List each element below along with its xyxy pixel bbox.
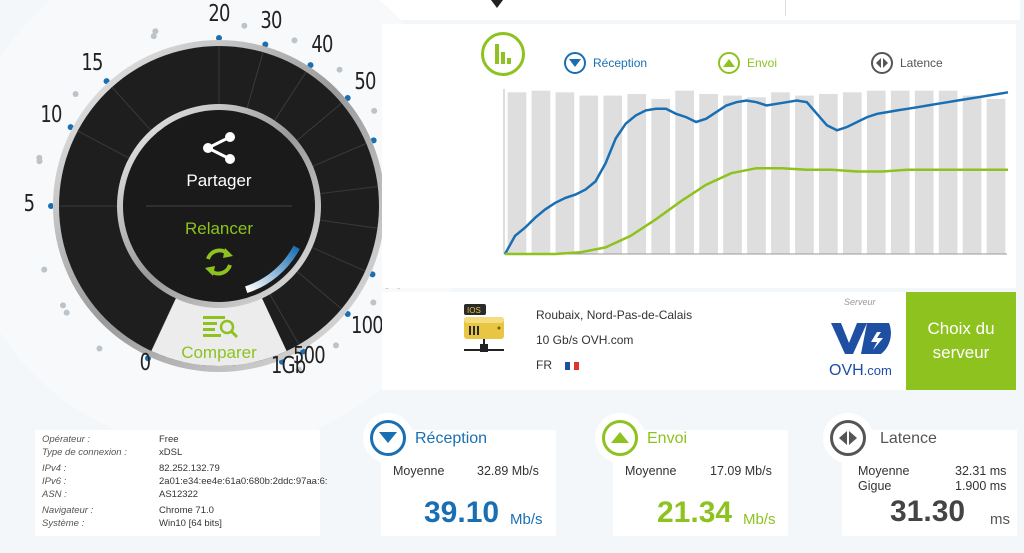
latency-bar — [531, 90, 551, 255]
gauge-dot — [332, 342, 339, 349]
latency-bar — [890, 90, 910, 255]
latency-arrows-icon — [830, 420, 866, 456]
download-badge — [363, 413, 413, 463]
latency-jitter-value: 1.900 ms — [955, 479, 1007, 493]
server-panel: IOS Roubaix, Nord-Pas-de-Calais 10 Gb/s … — [382, 292, 1016, 390]
latency-bar — [795, 95, 814, 254]
legend-upload[interactable]: Envoi — [718, 52, 777, 74]
latency-bar — [651, 98, 671, 255]
gauge-dot — [370, 299, 377, 306]
server-bandwidth: 10 Gb/s OVH.com — [536, 333, 634, 347]
latency-bar — [914, 90, 934, 255]
latency-bar — [962, 95, 982, 254]
download-avg-label: Moyenne — [393, 464, 445, 478]
latency-avg-label: Moyenne — [858, 464, 910, 478]
server-country: FR — [536, 358, 580, 373]
server-icon: IOS — [464, 304, 504, 352]
gauge-dot — [41, 266, 48, 273]
speed-gauge — [36, 22, 404, 373]
gauge-scale-label: 40 — [311, 31, 334, 58]
top-strip — [380, 0, 1020, 20]
gauge-dot — [336, 66, 343, 73]
upload-avg-label: Moyenne — [625, 464, 677, 478]
gauge-dot — [96, 345, 103, 352]
gauge-dot — [291, 37, 298, 44]
server-location: Roubaix, Nord-Pas-de-Calais — [536, 308, 693, 322]
gauge-dot — [59, 302, 66, 309]
speed-chart — [503, 89, 1009, 256]
latency-bar — [842, 92, 862, 254]
gauge-scale-label: 5 — [23, 191, 35, 217]
provider-caption: Serveur — [844, 297, 876, 307]
gauge-scale-label: 20 — [208, 1, 230, 27]
upload-triangle-icon — [718, 52, 740, 74]
gauge-scale-label: 30 — [260, 8, 283, 35]
latency-value: 31.30 — [890, 495, 966, 528]
latency-bar — [986, 98, 1006, 255]
upload-triangle-icon — [602, 420, 638, 456]
download-triangle-icon — [564, 52, 586, 74]
latency-bar — [771, 92, 790, 254]
gauge-dot — [63, 309, 70, 316]
gauge-dot — [371, 107, 378, 114]
choose-server-button[interactable]: Choix du serveur — [906, 292, 1016, 390]
download-avg-value: 32.89 Mb/s — [477, 464, 539, 478]
connection-info-panel: Opérateur : Free Type de connexion : xDSL … — [35, 430, 327, 536]
gauge-scale-label: 10 — [40, 101, 63, 128]
provider-name: OVH.com — [829, 362, 892, 379]
legend-label: Latence — [900, 56, 943, 70]
latency-avg-value: 32.31 ms — [955, 464, 1007, 478]
caret-down-icon — [488, 0, 506, 8]
download-unit: Mb/s — [510, 511, 543, 528]
legend-download[interactable]: Réception — [564, 52, 647, 74]
legend-label: Réception — [593, 56, 648, 70]
latency-bar — [938, 90, 958, 255]
upload-avg-value: 17.09 Mb/s — [710, 464, 772, 478]
svg-text:IOS: IOS — [467, 306, 481, 315]
divider — [785, 0, 786, 16]
ovh-logo-icon — [831, 323, 891, 354]
latency-bar — [603, 95, 623, 254]
legend-latency[interactable]: Latence — [871, 52, 943, 74]
share-button[interactable]: Partager — [139, 171, 299, 191]
gauge-dot — [241, 22, 248, 29]
latency-title: Latence — [880, 430, 937, 447]
download-triangle-icon — [370, 420, 406, 456]
france-flag-icon — [565, 359, 580, 373]
latency-bar — [579, 95, 599, 254]
upload-badge — [595, 413, 645, 463]
latency-arrows-icon — [871, 52, 893, 74]
gauge-dot — [72, 90, 79, 97]
upload-unit: Mb/s — [743, 511, 776, 528]
relaunch-button[interactable]: Relancer — [139, 219, 299, 239]
latency-bar — [627, 93, 647, 254]
country-code: FR — [536, 358, 552, 372]
gauge-dot — [152, 28, 159, 35]
gauge-scale-label: 15 — [81, 49, 103, 76]
chart-panel: Réception Envoi Latence — [382, 24, 1016, 288]
bar-chart-icon[interactable] — [481, 32, 525, 76]
download-title: Réception — [415, 430, 488, 447]
upload-speed-value: 21.34 — [657, 496, 733, 529]
latency-bar — [555, 92, 575, 254]
latency-jitter-label: Gigue — [858, 479, 892, 493]
legend-label: Envoi — [747, 56, 778, 70]
gauge-dot — [36, 154, 43, 161]
upload-title: Envoi — [647, 430, 688, 447]
latency-bar — [747, 97, 766, 254]
compare-button[interactable]: Comparer — [139, 343, 299, 363]
gauge-scale-label: 100 — [350, 313, 384, 340]
download-speed-value: 39.10 — [424, 496, 500, 529]
gauge-scale-label: 50 — [353, 68, 376, 95]
latency-badge — [823, 413, 873, 463]
latency-unit: ms — [990, 511, 1010, 528]
